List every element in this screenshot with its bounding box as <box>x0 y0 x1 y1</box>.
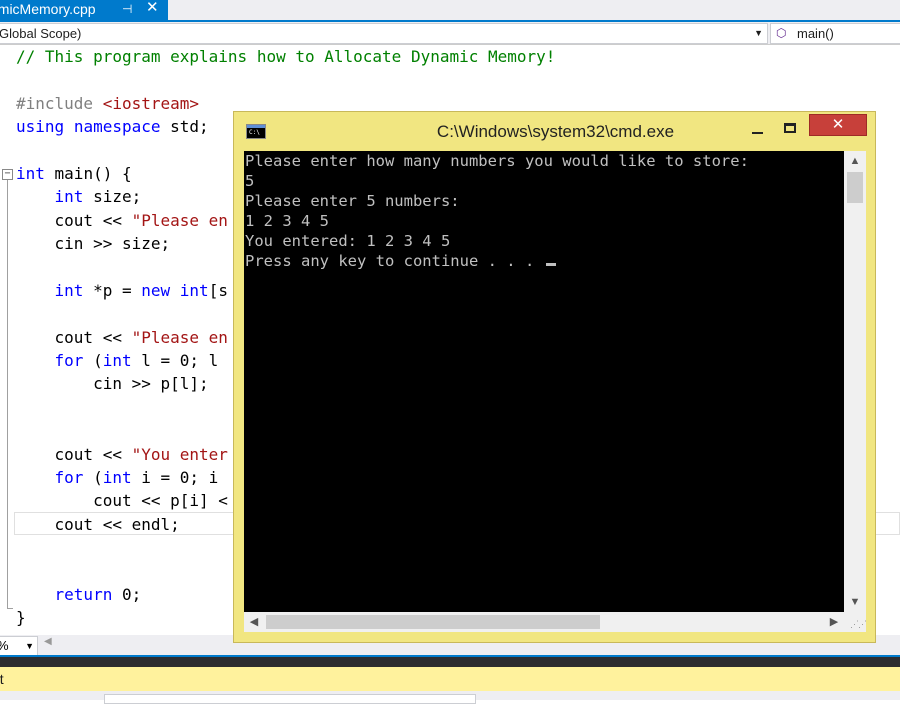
zoom-value: % <box>0 638 9 653</box>
code-token: <iostream> <box>102 93 200 113</box>
close-button[interactable]: ✕ <box>809 114 867 136</box>
scope-dropdown[interactable]: Global Scope) ▼ <box>0 23 768 44</box>
close-icon: ✕ <box>831 116 845 133</box>
zoom-dropdown[interactable]: % ▼ <box>0 636 38 656</box>
close-tab-icon[interactable]: ✕ <box>146 0 159 17</box>
code-token: new <box>141 280 171 300</box>
console-line-text: Please enter 5 numbers: <box>245 192 460 210</box>
collapse-icon[interactable]: − <box>2 169 13 180</box>
horizontal-scroll-thumb[interactable] <box>266 615 600 629</box>
code-token: for <box>54 351 84 371</box>
maximize-button[interactable] <box>777 120 803 140</box>
code-token: *p = <box>83 280 142 300</box>
code-token: "You enter <box>131 444 228 464</box>
console-text: Please enter how many numbers you would … <box>245 151 749 271</box>
chevron-down-icon[interactable]: ▼ <box>754 24 763 43</box>
horizontal-scrollbar[interactable]: ◀ ▶ <box>244 612 844 632</box>
output-source-dropdown[interactable] <box>104 694 476 704</box>
scroll-up-icon[interactable]: ▲ <box>844 151 866 169</box>
console-line: Press any key to continue . . . <box>245 251 749 271</box>
code-token: i = 0; i <box>131 468 219 488</box>
output-panel-title-bar[interactable]: ut <box>0 667 900 691</box>
code-token: } <box>16 608 26 628</box>
code-line: // This program explains how to Allocate… <box>16 45 555 68</box>
console-line-text: 1 2 3 4 5 <box>245 212 329 230</box>
function-dropdown[interactable]: ⬡ main() <box>770 23 900 44</box>
output-panel-title: ut <box>0 671 4 687</box>
code-token: // This program explains how to Allocate… <box>16 47 556 66</box>
scroll-left-icon[interactable]: ◀ <box>44 636 52 647</box>
code-token: int <box>102 468 132 488</box>
pin-icon[interactable]: ⊣ <box>122 0 132 18</box>
code-token: int <box>54 280 84 300</box>
console-line: Please enter how many numbers you would … <box>245 151 749 171</box>
console-line: Please enter 5 numbers: <box>245 191 749 211</box>
outline-guide-end <box>7 608 13 609</box>
code-token: int <box>179 280 209 300</box>
scroll-down-icon[interactable]: ▼ <box>844 594 866 612</box>
function-value: main() <box>797 26 834 41</box>
code-token: ( <box>83 351 103 371</box>
minimize-button[interactable] <box>744 120 770 140</box>
scroll-left-icon[interactable]: ◀ <box>244 612 264 632</box>
code-token: "Please en <box>131 327 228 347</box>
cube-icon: ⬡ <box>776 26 787 40</box>
code-token: int <box>102 351 132 371</box>
code-token: [s <box>208 280 228 300</box>
document-tab-bar: amicMemory.cpp ⊣ ✕ <box>0 0 900 22</box>
resize-grip-icon[interactable]: ⋰⋰ <box>844 612 867 632</box>
code-token: "Please en <box>131 210 228 230</box>
code-token: namespace <box>73 117 161 137</box>
console-line-text: 5 <box>245 172 255 190</box>
maximize-icon <box>784 123 796 133</box>
text-cursor <box>545 263 556 266</box>
code-token: cin >> size; <box>16 234 171 254</box>
console-line-text: Press any key to continue . . . <box>245 252 544 270</box>
console-line: 5 <box>245 171 749 191</box>
code-token: cin >> p[l]; <box>16 374 209 394</box>
cmd-window[interactable]: C:\ C:\Windows\system32\cmd.exe ✕ Please… <box>233 111 876 643</box>
output-toolbar <box>0 691 900 704</box>
code-token: for <box>54 468 84 488</box>
code-token: cout << <box>16 327 132 347</box>
code-token: return <box>54 584 113 604</box>
scroll-right-icon[interactable]: ▶ <box>824 612 844 632</box>
console-line-text: Please enter how many numbers you would … <box>245 152 749 170</box>
code-token: cout << <box>16 444 132 464</box>
code-token: std; <box>160 117 209 137</box>
console-line-text: You entered: 1 2 3 4 5 <box>245 232 451 250</box>
code-token: cout << <box>16 210 132 230</box>
document-tab-title: amicMemory.cpp <box>0 1 96 17</box>
code-token: int <box>54 187 84 207</box>
code-token: #include <box>16 93 103 113</box>
outline-guide <box>7 180 8 608</box>
code-token: int <box>16 163 45 183</box>
document-tab[interactable]: amicMemory.cpp ⊣ ✕ <box>0 0 168 20</box>
code-token: l = 0; l <box>131 351 219 371</box>
code-token: using <box>16 117 65 137</box>
vertical-scrollbar[interactable]: ▲ ▼ <box>844 151 866 612</box>
code-token: cout << endl; <box>16 514 180 534</box>
scope-value: Global Scope) <box>0 26 82 41</box>
code-token: ( <box>83 468 103 488</box>
code-token: main() { <box>44 163 132 183</box>
chevron-down-icon[interactable]: ▼ <box>25 637 34 655</box>
console-output-area[interactable]: Please enter how many numbers you would … <box>244 151 844 612</box>
navigation-bar: Global Scope) ▼ ⬡ main() <box>0 22 900 45</box>
console-line: 1 2 3 4 5 <box>245 211 749 231</box>
code-token: cout << p[i] < <box>16 491 228 511</box>
console-line: You entered: 1 2 3 4 5 <box>245 231 749 251</box>
code-token: size; <box>83 187 142 207</box>
code-token: 0; <box>112 584 142 604</box>
minimize-icon <box>751 132 763 134</box>
vertical-scroll-thumb[interactable] <box>847 172 863 203</box>
